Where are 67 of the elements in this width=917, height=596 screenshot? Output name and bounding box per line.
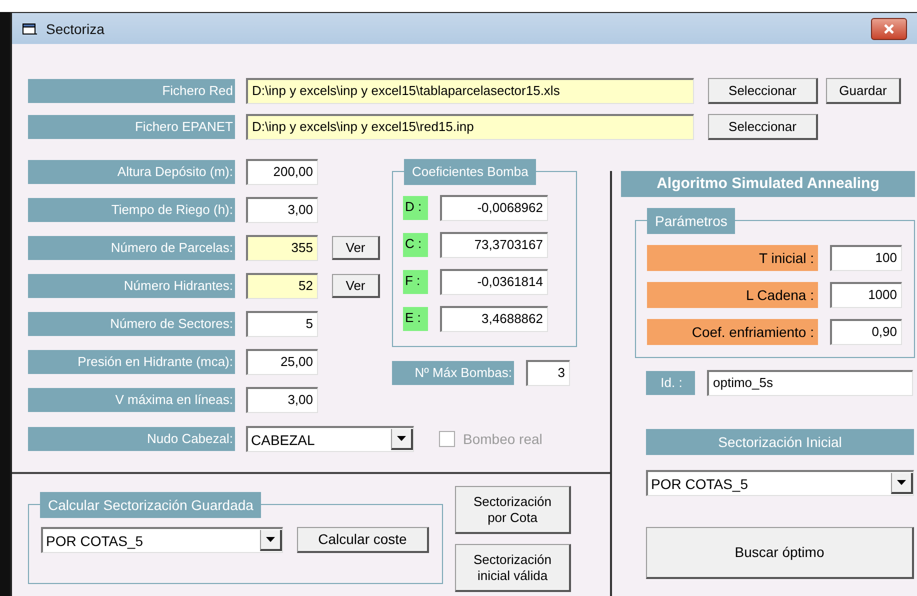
file-path-field[interactable]: D:\inp y excels\inp y excel15\tablaparcelasector15.xls (246, 78, 694, 104)
field-label: Presión en Hidrante (mca): (28, 350, 235, 374)
file-button[interactable]: Seleccionar (708, 78, 818, 104)
id-field[interactable]: optimo_5s (707, 370, 913, 396)
parameter-field[interactable]: 1000 (830, 282, 902, 308)
saved-sectorization-dropdown[interactable]: POR COTAS_5 (41, 527, 283, 553)
coefficient-field[interactable]: 3,4688862 (440, 306, 548, 332)
group-title: Calcular Sectorización Guardada (40, 492, 262, 518)
section-header: Sectorización Inicial (646, 429, 914, 455)
field-label: Número Hidrantes: (28, 274, 235, 298)
initial-sectorization-dropdown[interactable]: POR COTAS_5 (646, 470, 914, 496)
dropdown-arrow-button[interactable] (260, 530, 282, 551)
max-pumps-field[interactable]: 3 (526, 360, 570, 386)
calculate-cost-button[interactable]: Calcular coste (297, 527, 429, 553)
field-label: Número de Sectores: (28, 312, 235, 336)
close-icon (883, 24, 895, 34)
coefficient-label: E : (403, 307, 428, 331)
coefficient-field[interactable]: -0,0068962 (440, 195, 548, 221)
dropdown-value: CABEZAL (250, 432, 315, 448)
parameter-field[interactable]: 355 (246, 235, 318, 261)
field-label: Fichero Red (28, 79, 235, 103)
file-path-field[interactable]: D:\inp y excels\inp y excel15\red15.inp (246, 114, 694, 140)
dropdown-arrow-button[interactable] (391, 429, 413, 450)
field-label: V máxima en líneas: (28, 388, 235, 412)
dropdown-value: POR COTAS_5 (45, 532, 143, 548)
dropdown-arrow-icon (266, 537, 275, 542)
field-label: Altura Depósito (m): (28, 160, 235, 184)
field-label: Nº Máx Bombas: (392, 361, 514, 385)
file-button[interactable]: Seleccionar (708, 114, 818, 140)
sectorization-button[interactable]: Sectorización inicial válida (455, 544, 571, 592)
field-label: Fichero EPANET (28, 115, 235, 139)
parameter-field[interactable]: 5 (246, 311, 318, 337)
parameter-label: Coef. enfriamiento : (647, 319, 818, 345)
coefficient-field[interactable]: 73,3703167 (440, 232, 548, 258)
coefficient-label: F : (403, 270, 428, 294)
file-button[interactable]: Guardar (826, 78, 901, 104)
parameter-field[interactable]: 200,00 (246, 159, 318, 185)
dropdown-arrow-icon (397, 436, 406, 441)
parameter-field[interactable]: 25,00 (246, 349, 318, 375)
parameter-field[interactable]: 3,00 (246, 197, 318, 223)
search-optimum-button[interactable]: Buscar óptimo (646, 527, 914, 579)
field-label: Id. : (646, 371, 695, 395)
group-title: Parámetros (647, 208, 736, 234)
parameter-label: T inicial : (647, 245, 818, 271)
window-title: Sectoriza (46, 20, 106, 36)
close-button[interactable] (871, 18, 907, 40)
dropdown-value: POR COTAS_5 (650, 476, 748, 492)
parameter-field[interactable]: 3,00 (246, 387, 318, 413)
parameter-field[interactable]: 52 (246, 273, 318, 299)
coefficient-label: D : (403, 196, 428, 220)
coefficient-field[interactable]: -0,0361814 (440, 269, 548, 295)
dropdown-arrow-button[interactable] (891, 473, 913, 494)
dropdown-arrow-icon (897, 480, 906, 485)
parameter-field[interactable]: 100 (830, 245, 902, 271)
sectorization-button[interactable]: Sectorización por Cota (455, 486, 571, 534)
window-icon (22, 22, 38, 36)
coefficient-label: C : (403, 233, 428, 257)
field-label: Tiempo de Riego (h): (28, 198, 235, 222)
field-label: Nudo Cabezal: (28, 427, 235, 451)
view-button[interactable]: Ver (332, 274, 380, 298)
parameter-label: L Cadena : (647, 282, 818, 308)
group-title: Coeficientes Bomba (404, 159, 536, 185)
head-node-dropdown[interactable]: CABEZAL (246, 426, 414, 452)
section-header: Algoritmo Simulated Annealing (621, 171, 915, 197)
field-label: Número de Parcelas: (28, 236, 235, 260)
view-button[interactable]: Ver (332, 236, 380, 260)
parameter-field[interactable]: 0,90 (830, 319, 902, 345)
